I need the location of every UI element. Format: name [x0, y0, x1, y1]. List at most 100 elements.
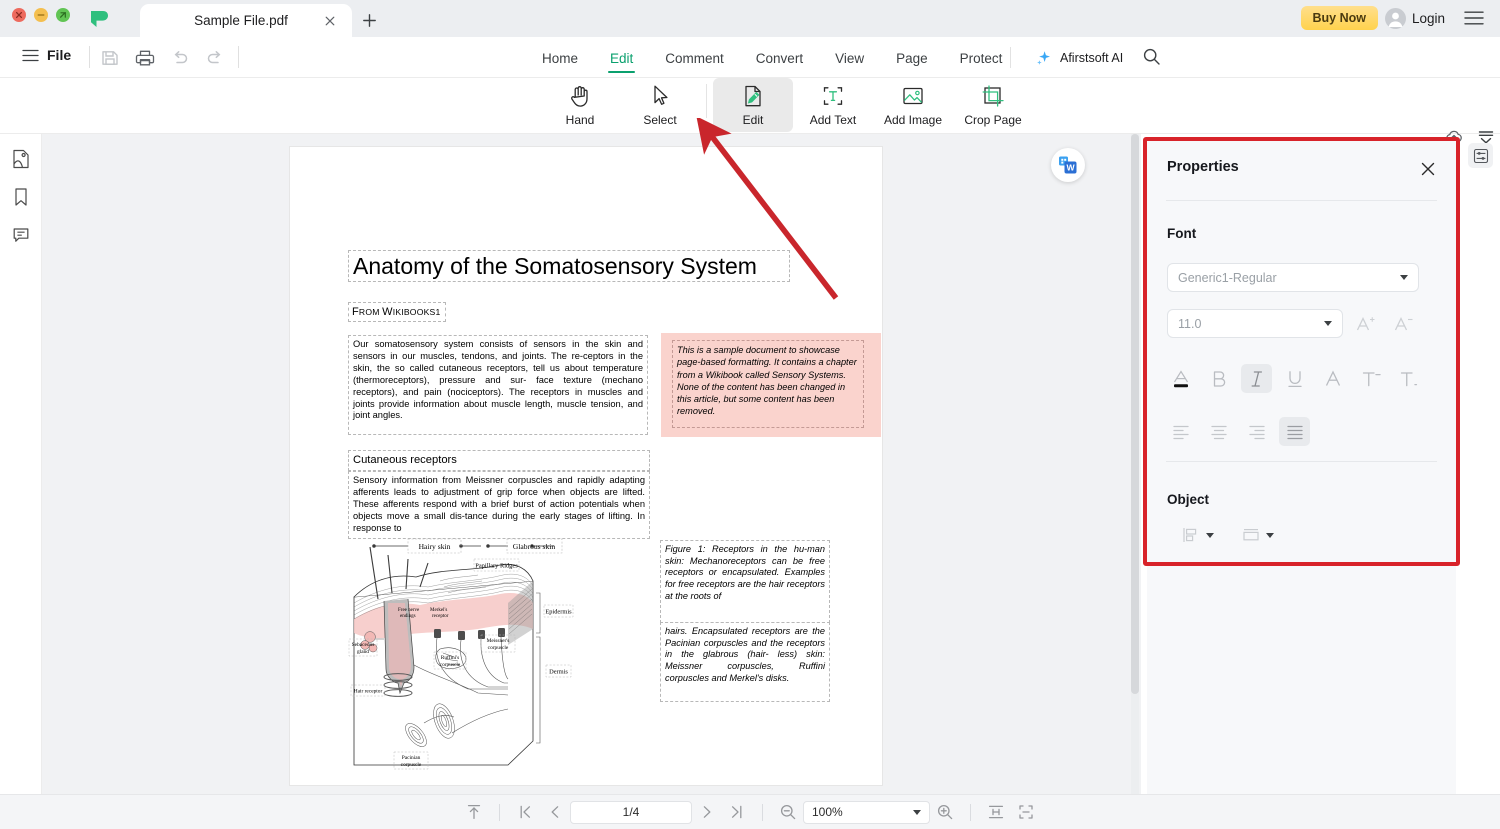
thumbnail-page-icon	[12, 149, 29, 169]
tool-edit[interactable]: Edit	[713, 78, 793, 132]
align-justify-button[interactable]	[1279, 417, 1310, 446]
properties-panel: Properties Font Generic1-Regular 11.0 Ob…	[1147, 141, 1456, 562]
font-family-select[interactable]: Generic1-Regular	[1167, 263, 1419, 292]
first-page-icon[interactable]	[510, 799, 540, 825]
divider	[499, 803, 500, 821]
align-center-button[interactable]	[1203, 417, 1234, 446]
object-arrange-button[interactable]	[1241, 525, 1274, 545]
font-size-select[interactable]: 11.0	[1167, 309, 1343, 338]
scroll-to-top-icon[interactable]	[459, 799, 489, 825]
main-menu-icon[interactable]	[1464, 10, 1484, 31]
file-menu-button[interactable]: File	[22, 47, 71, 63]
align-right-button[interactable]	[1241, 417, 1272, 446]
divider	[1010, 47, 1011, 68]
svg-text:Dermis: Dermis	[549, 669, 568, 676]
new-tab-button[interactable]	[352, 4, 386, 37]
tab-protect[interactable]: Protect	[958, 40, 1005, 76]
maximize-window-button[interactable]	[56, 8, 70, 22]
font-color-button[interactable]	[1165, 364, 1196, 393]
svg-text:W: W	[1066, 163, 1075, 173]
superscript-button[interactable]	[1355, 364, 1386, 393]
minimize-window-button[interactable]	[34, 8, 48, 22]
close-tab-icon[interactable]	[320, 11, 340, 31]
doc-figure-caption-a[interactable]: Figure 1: Receptors in the hu-man skin: …	[660, 540, 830, 623]
pdf-page[interactable]: Anatomy of the Somatosensory System FROM…	[290, 147, 882, 785]
document-tab[interactable]: Sample File.pdf	[140, 4, 352, 37]
doc-source-line[interactable]: FROM WIKIBOOKS1	[348, 302, 446, 322]
print-icon[interactable]	[134, 47, 156, 69]
tab-comment[interactable]: Comment	[663, 40, 726, 76]
skin-cross-section-figure[interactable]: Hairy skin Glabrous skin Papillary Ridge…	[348, 537, 574, 777]
doc-paragraph-1[interactable]: Our somatosensory system consists of sen…	[348, 335, 648, 435]
svg-text:receptor: receptor	[432, 614, 449, 619]
decrease-font-size-icon[interactable]	[1390, 309, 1416, 338]
chevron-down-icon	[1266, 532, 1274, 538]
doc-paragraph-2[interactable]: Sensory information from Meissner corpus…	[348, 471, 650, 539]
doc-figure-caption-b[interactable]: hairs. Encapsulated receptors are the Pa…	[660, 622, 830, 702]
app-logo-icon	[88, 8, 110, 30]
tool-hand[interactable]: Hand	[540, 78, 620, 132]
document-viewer[interactable]: Anatomy of the Somatosensory System FROM…	[42, 134, 1141, 794]
page-number-input[interactable]: 1/4	[570, 800, 692, 824]
scrollbar-thumb[interactable]	[1131, 134, 1139, 694]
tab-strip: Sample File.pdf	[140, 0, 386, 37]
tool-ribbon: Hand Select Edit Add Text Add Image Crop…	[0, 78, 1500, 144]
source-ikibooks: IKIBOOKS	[392, 307, 436, 317]
font-family-value: Generic1-Regular	[1178, 270, 1277, 285]
afirstsoft-ai-button[interactable]: Afirstsoft AI	[1035, 37, 1123, 78]
chevron-down-icon	[913, 809, 921, 815]
zoom-level-select[interactable]: 100%	[803, 800, 930, 824]
last-page-icon[interactable]	[722, 799, 752, 825]
sidebar-item-comments[interactable]	[8, 222, 34, 248]
source-num: 1	[435, 307, 441, 317]
zoom-out-icon[interactable]	[773, 799, 803, 825]
fit-width-icon[interactable]	[981, 799, 1011, 825]
close-window-button[interactable]	[12, 8, 26, 22]
sidebar-item-bookmarks[interactable]	[8, 184, 34, 210]
tool-select[interactable]: Select	[620, 78, 700, 132]
search-icon[interactable]	[1142, 47, 1161, 71]
close-icon[interactable]	[1418, 159, 1438, 179]
tab-convert[interactable]: Convert	[754, 40, 805, 76]
object-arrange-icon	[1243, 529, 1259, 541]
increase-font-size-icon[interactable]	[1352, 309, 1378, 338]
zoom-in-icon[interactable]	[930, 799, 960, 825]
properties-toggle-icon[interactable]	[1468, 143, 1493, 168]
tab-page[interactable]: Page	[894, 40, 930, 76]
svg-text:Ruffini's: Ruffini's	[441, 654, 460, 661]
redo-icon[interactable]	[204, 47, 226, 69]
tool-add-text[interactable]: Add Text	[793, 78, 873, 132]
vertical-scrollbar[interactable]	[1131, 134, 1139, 794]
doc-pink-note[interactable]: This is a sample document to showcase pa…	[672, 340, 864, 428]
undo-icon[interactable]	[169, 47, 191, 69]
buy-now-button[interactable]: Buy Now	[1300, 6, 1378, 30]
italic-button[interactable]	[1241, 364, 1272, 393]
bold-button[interactable]	[1203, 364, 1234, 393]
underline-button[interactable]	[1279, 364, 1310, 393]
edit-pencil-document-icon	[741, 81, 765, 111]
save-icon[interactable]	[99, 47, 121, 69]
subscript-button[interactable]	[1393, 364, 1424, 393]
fit-page-icon[interactable]	[1011, 799, 1041, 825]
tab-edit[interactable]: Edit	[608, 40, 636, 76]
chevron-down-icon	[1324, 321, 1332, 326]
prev-page-icon[interactable]	[540, 799, 570, 825]
tool-group: Hand Select Edit Add Text Add Image Crop…	[540, 78, 1033, 134]
tab-view[interactable]: View	[833, 40, 866, 76]
next-page-icon[interactable]	[692, 799, 722, 825]
bookmark-icon	[14, 188, 27, 206]
convert-to-word-icon[interactable]: W	[1051, 148, 1085, 182]
tab-home[interactable]: Home	[540, 40, 580, 76]
sidebar-item-page-thumbnails[interactable]	[8, 146, 34, 172]
doc-title[interactable]: Anatomy of the Somatosensory System	[348, 250, 790, 282]
tool-edit-label: Edit	[742, 113, 764, 127]
login-button[interactable]: Login	[1384, 8, 1445, 29]
strikethrough-button[interactable]	[1317, 364, 1348, 393]
doc-heading-2[interactable]: Cutaneous receptors	[348, 450, 650, 471]
tool-add-image[interactable]: Add Image	[873, 78, 953, 132]
align-left-button[interactable]	[1165, 417, 1196, 446]
tool-crop-page[interactable]: Crop Page	[953, 78, 1033, 132]
object-align-button[interactable]	[1181, 525, 1214, 545]
svg-text:gland: gland	[357, 649, 369, 655]
bottom-status-bar: 1/4 100%	[0, 794, 1500, 829]
